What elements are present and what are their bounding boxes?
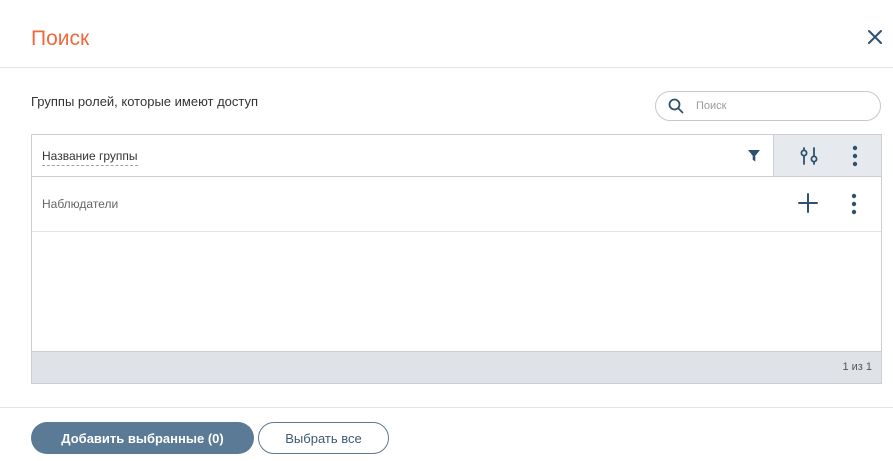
pager-text: 1 из 1 (842, 361, 872, 373)
dialog-title: Поиск (31, 27, 90, 50)
search-box[interactable] (655, 91, 881, 121)
table-footer: 1 из 1 (32, 351, 881, 383)
footer-divider (0, 407, 893, 408)
dialog-header: Поиск (0, 0, 893, 68)
table-header: Название группы (32, 135, 881, 177)
search-input[interactable] (696, 97, 866, 115)
more-vertical-icon[interactable] (849, 192, 859, 216)
add-selected-button[interactable]: Добавить выбранные (0) (31, 422, 254, 454)
column-header-group-name[interactable]: Название группы (42, 148, 138, 166)
groups-table: Название группы Наблюдатели 1 из 1 (31, 134, 882, 384)
search-icon (668, 98, 684, 114)
table-row[interactable]: Наблюдатели (32, 177, 881, 232)
close-icon[interactable] (865, 27, 885, 47)
more-vertical-icon[interactable] (850, 144, 860, 168)
plus-icon[interactable] (797, 192, 819, 214)
table-tools (773, 135, 881, 176)
select-all-button[interactable]: Выбрать все (258, 422, 389, 454)
section-label: Группы ролей, которые имеют доступ (31, 94, 259, 109)
column-settings-icon[interactable] (799, 146, 819, 166)
filter-icon[interactable] (747, 149, 761, 163)
row-label: Наблюдатели (42, 197, 119, 211)
